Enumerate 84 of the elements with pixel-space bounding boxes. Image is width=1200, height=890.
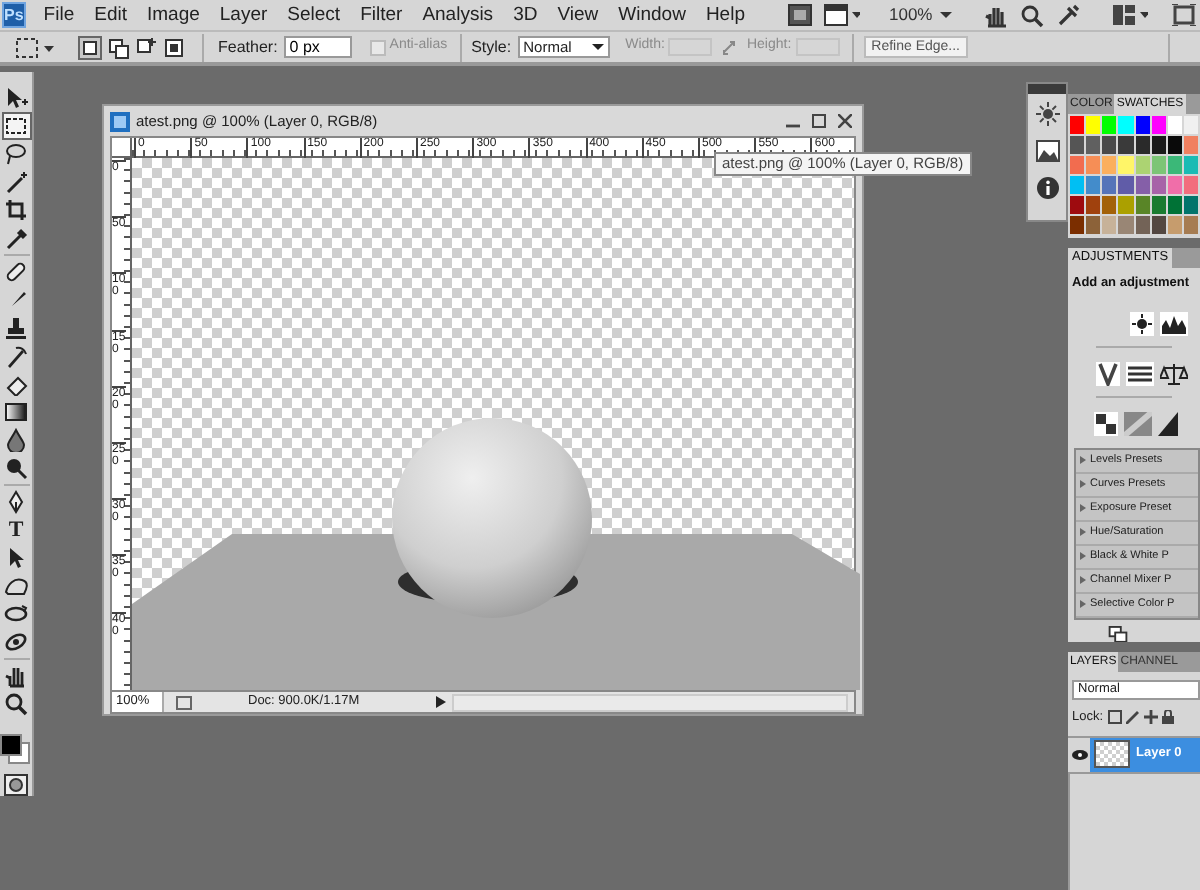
pen-icon: [4, 490, 28, 514]
dodge-icon: [4, 456, 28, 480]
tool-button[interactable]: [1, 112, 31, 140]
histogram-icon[interactable]: [1160, 311, 1188, 336]
marquee-preset-icon[interactable]: [14, 35, 54, 59]
document-icon: [110, 111, 130, 131]
threshold-icon[interactable]: [1158, 411, 1178, 436]
sliders-icon[interactable]: [1126, 361, 1154, 386]
image-icon[interactable]: [1035, 140, 1059, 162]
sun-icon[interactable]: [1035, 102, 1059, 126]
maximize-icon[interactable]: [812, 114, 826, 128]
new-selection-icon[interactable]: [78, 35, 102, 59]
tool-button[interactable]: [1, 196, 31, 224]
menu-item[interactable]: Image: [146, 0, 200, 30]
eye-icon[interactable]: [1071, 749, 1087, 760]
zoom-dropdown[interactable]: 100%: [888, 2, 953, 28]
menu-item[interactable]: Analysis: [422, 0, 494, 30]
tool-button[interactable]: [1, 426, 31, 454]
rotate-3d-icon: [4, 602, 28, 626]
scales-icon[interactable]: [1160, 361, 1188, 386]
v-shape-icon[interactable]: [1096, 361, 1120, 386]
arrange-icon[interactable]: [1112, 4, 1149, 26]
layer-thumbnail: [1094, 740, 1130, 769]
layout-icon[interactable]: [824, 4, 861, 26]
clip-layer-icon[interactable]: [1108, 625, 1128, 642]
move-icon[interactable]: [1143, 710, 1158, 725]
tool-button[interactable]: [1, 398, 31, 426]
search-icon[interactable]: [1020, 3, 1045, 27]
feather-field[interactable]: 0 px: [283, 36, 352, 58]
swap-icon: [722, 39, 739, 55]
play-icon[interactable]: [435, 696, 446, 708]
invert-icon[interactable]: [1094, 411, 1118, 436]
tool-button[interactable]: [1, 258, 31, 286]
lasso-icon: [4, 142, 28, 166]
selection-arrow-icon: [4, 546, 28, 570]
menu-item[interactable]: File: [43, 0, 75, 30]
hand-icon: [4, 664, 28, 688]
tool-button[interactable]: [1, 224, 31, 252]
swatch-grid[interactable]: [1070, 116, 1198, 234]
lock-pixels-icon[interactable]: [1107, 710, 1122, 725]
tool-button[interactable]: [1, 314, 31, 342]
close-icon[interactable]: [838, 114, 852, 128]
brightness-icon[interactable]: [1130, 311, 1154, 336]
info-icon[interactable]: [1035, 176, 1059, 200]
menu-item[interactable]: Layer: [219, 0, 268, 30]
gradient-icon: [4, 400, 28, 424]
menu-item[interactable]: Help: [705, 0, 745, 30]
menu-item[interactable]: Filter: [360, 0, 403, 30]
tool-button[interactable]: T: [1, 516, 31, 544]
history-brush-icon: [4, 344, 28, 368]
subtract-selection-icon[interactable]: [134, 35, 158, 59]
app-logo: Ps: [2, 2, 26, 28]
search-icon: [4, 692, 28, 716]
horizontal-scrollbar[interactable]: [451, 693, 848, 711]
wand-icon: [4, 170, 28, 194]
drop-icon: [4, 428, 28, 452]
tool-button[interactable]: [1, 140, 31, 168]
foreground-background-colors[interactable]: [0, 734, 32, 766]
menu-item[interactable]: View: [557, 0, 599, 30]
marquee-icon: [4, 114, 28, 138]
crop-icon: [4, 198, 28, 222]
screen-mode-icon[interactable]: [1172, 4, 1200, 26]
orbit-icon: [4, 630, 28, 654]
tool-button[interactable]: [1, 628, 31, 656]
menu-item[interactable]: Window: [618, 0, 686, 30]
stamp-icon: [4, 316, 28, 340]
menu-item[interactable]: 3D: [513, 0, 538, 30]
bandage-icon: [4, 260, 28, 284]
tool-button[interactable]: [1, 690, 31, 718]
quick-mask-icon[interactable]: [4, 774, 28, 796]
menu-item[interactable]: Edit: [94, 0, 127, 30]
eraser-icon: [4, 372, 28, 396]
menu-item[interactable]: Select: [287, 0, 341, 30]
feather-label: Feather:: [218, 35, 278, 59]
add-selection-icon[interactable]: [106, 35, 130, 59]
brush-icon[interactable]: [1125, 710, 1140, 725]
lock-icon[interactable]: [1161, 710, 1174, 725]
hand-icon[interactable]: [984, 3, 1009, 27]
style-label: Style:: [471, 35, 512, 59]
tool-button[interactable]: [1, 454, 31, 482]
tool-button[interactable]: [1, 168, 31, 196]
eyedropper-icon: [4, 226, 28, 250]
intersect-selection-icon[interactable]: [162, 35, 186, 59]
move-arrow-icon: [4, 86, 28, 110]
